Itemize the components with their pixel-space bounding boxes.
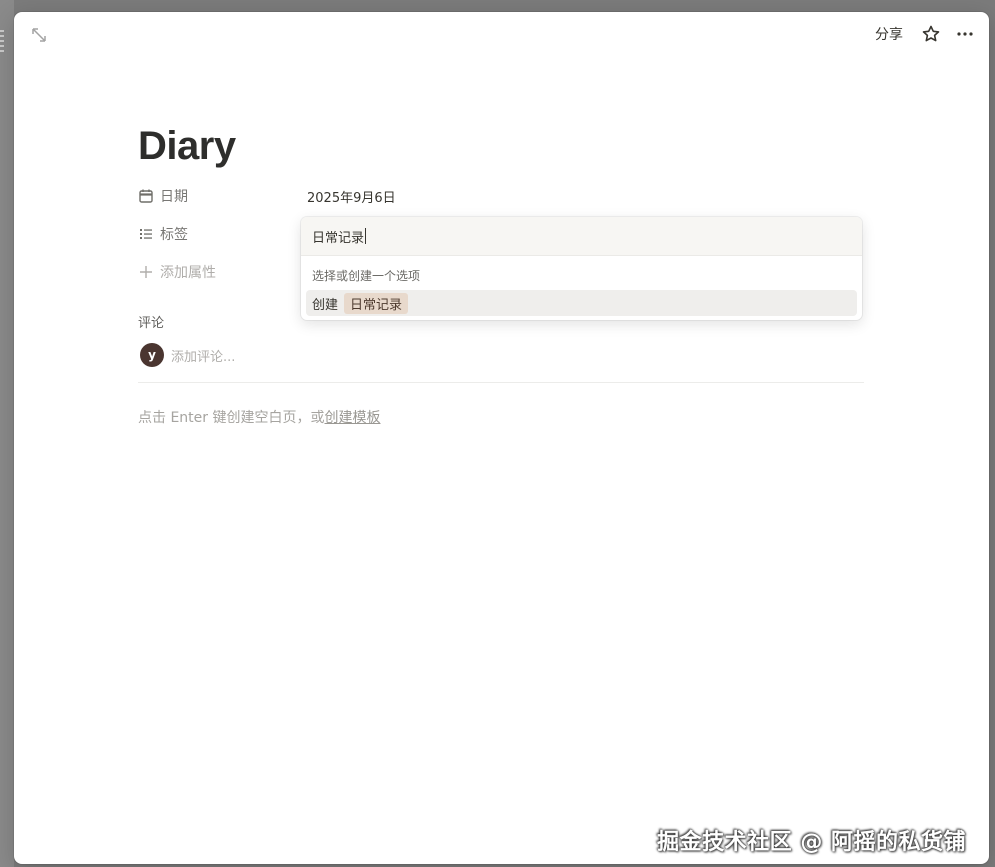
text-caret (365, 228, 367, 244)
divider (138, 382, 864, 383)
dropdown-hint: 选择或创建一个选项 (312, 269, 421, 283)
watermark-text: 掘金技术社区 @ 阿摇的私货铺 (657, 830, 966, 855)
list-icon (140, 229, 152, 239)
avatar: y (140, 343, 164, 367)
share-button[interactable]: 分享 (871, 22, 907, 46)
more-icon[interactable] (955, 24, 975, 44)
tag-search-value: 日常记录 (312, 230, 365, 246)
drag-handle-icon (0, 30, 4, 52)
empty-hint-text: 点击 Enter 键创建空白页，或 (138, 410, 325, 426)
add-property-button[interactable]: 添加属性 (138, 261, 216, 283)
page-title[interactable]: Diary (138, 124, 236, 169)
tag-select-dropdown: 日常记录 选择或创建一个选项 创建 日常记录 (301, 217, 862, 320)
add-property-label: 添加属性 (160, 265, 216, 281)
expand-icon[interactable] (30, 26, 48, 44)
plus-icon (140, 266, 152, 278)
calendar-icon (139, 189, 153, 203)
empty-page-hint: 点击 Enter 键创建空白页，或创建模板 (138, 407, 380, 427)
topbar-actions: 分享 (871, 22, 975, 46)
create-template-link[interactable]: 创建模板 (324, 410, 380, 426)
property-label: 标签 (160, 227, 188, 243)
comments-label: 评论 (138, 316, 165, 331)
property-label: 日期 (160, 189, 188, 205)
tag-search-input[interactable]: 日常记录 (301, 217, 862, 256)
date-value[interactable]: 2025年9月6日 (307, 187, 396, 206)
property-tags[interactable]: 标签 (138, 223, 188, 245)
property-date[interactable]: 日期 (138, 185, 188, 207)
comment-input[interactable]: 添加评论... (171, 346, 235, 365)
background-window-edge (0, 0, 14, 867)
page-modal: 分享 Diary 日期 2025年9月6日 标签 添加属性 评论 y 添加评论.… (14, 12, 989, 864)
create-label: 创建 (312, 297, 339, 313)
star-icon[interactable] (921, 24, 941, 44)
new-tag-chip: 日常记录 (344, 292, 409, 314)
create-option-row[interactable]: 创建 日常记录 (306, 290, 857, 316)
